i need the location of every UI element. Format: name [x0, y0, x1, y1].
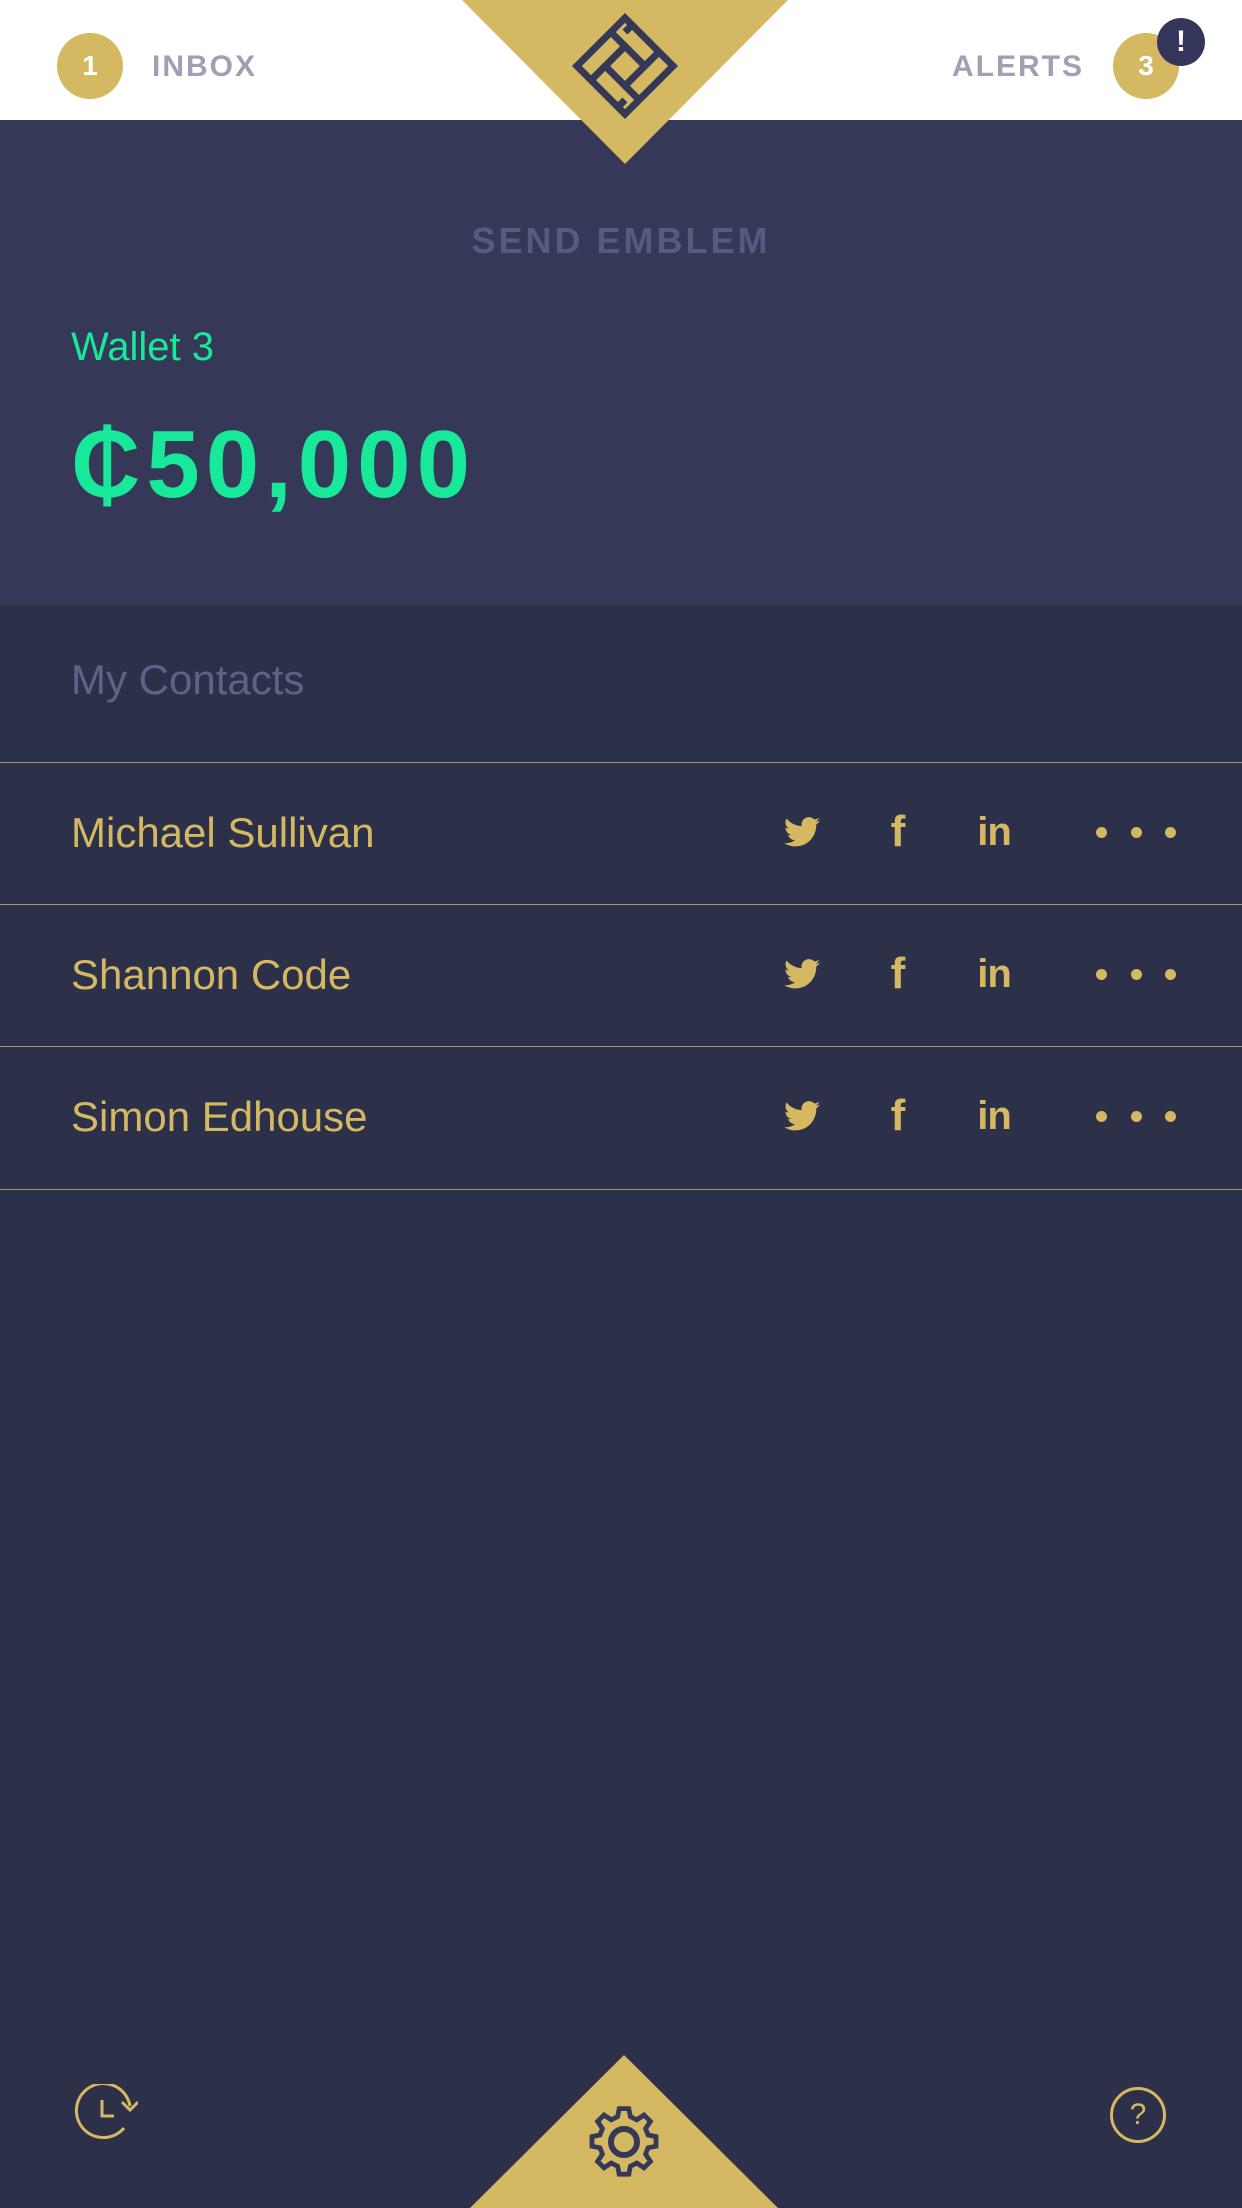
history-button[interactable]: [72, 2082, 140, 2142]
inbox-count-badge[interactable]: 1: [57, 33, 123, 99]
twitter-icon[interactable]: [780, 949, 824, 999]
contact-name[interactable]: Simon Edhouse: [71, 1093, 368, 1141]
facebook-icon[interactable]: f: [880, 807, 916, 857]
facebook-icon[interactable]: f: [880, 949, 916, 999]
linkedin-icon[interactable]: in: [968, 807, 1020, 857]
settings-button[interactable]: [470, 2055, 778, 2208]
more-options-icon[interactable]: [1096, 807, 1176, 857]
linkedin-icon[interactable]: in: [968, 1091, 1020, 1141]
more-options-icon[interactable]: [1096, 949, 1176, 999]
wallet-name: Wallet 3: [71, 325, 215, 369]
facebook-icon[interactable]: f: [880, 1091, 916, 1141]
wallet-balance: ₵50,000: [71, 411, 476, 518]
twitter-icon[interactable]: [780, 807, 824, 857]
alert-exclamation-icon: !: [1157, 18, 1205, 66]
contact-row[interactable]: Michael Sullivan f in: [0, 762, 1242, 904]
wallet-panel: SEND EMBLEM Wallet 3 ₵50,000: [0, 120, 1242, 605]
twitter-icon[interactable]: [780, 1091, 824, 1141]
emblem-logo-icon: [462, 0, 788, 164]
emblem-logo-button[interactable]: [462, 0, 788, 164]
contact-row[interactable]: Shannon Code f in: [0, 904, 1242, 1046]
history-icon: [74, 2082, 140, 2139]
contact-row[interactable]: Simon Edhouse f in: [0, 1046, 1242, 1190]
gear-icon: [470, 2055, 778, 2208]
more-options-icon[interactable]: [1096, 1091, 1176, 1141]
help-button[interactable]: ?: [1110, 2087, 1166, 2143]
linkedin-icon[interactable]: in: [968, 949, 1020, 999]
send-emblem-title: SEND EMBLEM: [471, 220, 771, 261]
contacts-heading: My Contacts: [71, 656, 305, 703]
contact-name[interactable]: Michael Sullivan: [71, 809, 374, 857]
inbox-link[interactable]: INBOX: [152, 50, 257, 84]
contact-name[interactable]: Shannon Code: [71, 951, 351, 999]
alerts-link[interactable]: ALERTS: [952, 50, 1084, 84]
